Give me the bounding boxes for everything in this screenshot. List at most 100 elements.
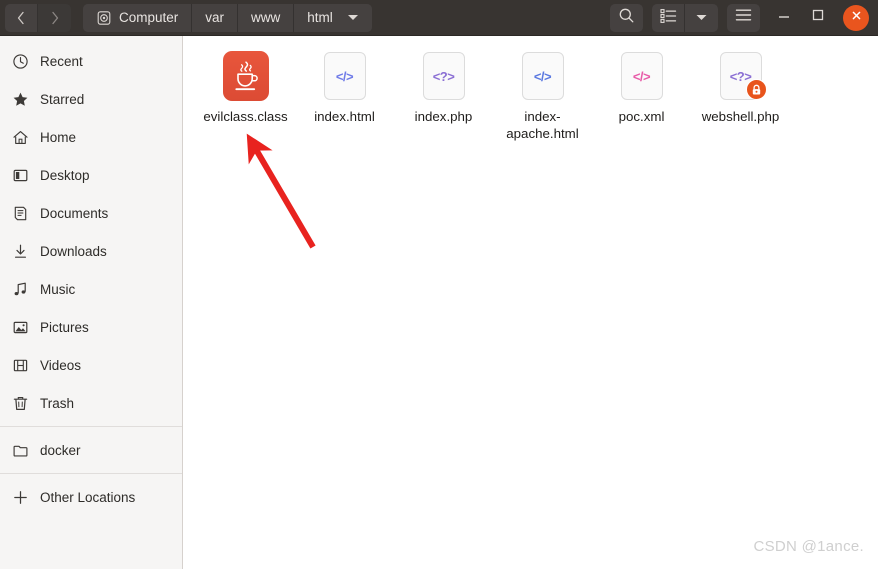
clock-icon <box>11 52 29 70</box>
header-bar: Computer var www html <box>0 0 878 36</box>
file-icon-wrapper: </> <box>616 50 668 102</box>
sidebar-item-recent[interactable]: Recent <box>0 42 182 80</box>
breadcrumb-item-html[interactable]: html <box>294 3 372 32</box>
documents-icon <box>11 204 29 222</box>
view-list-button[interactable] <box>652 3 685 32</box>
breadcrumb-label-var: var <box>205 10 225 25</box>
chevron-right-icon <box>48 10 62 26</box>
breadcrumb-label-www: www <box>251 10 281 25</box>
sidebar-label-other-locations: Other Locations <box>40 489 136 505</box>
lock-badge-icon <box>745 79 767 100</box>
breadcrumb: Computer var www html <box>83 3 372 32</box>
chevron-down-icon <box>695 9 708 27</box>
back-button[interactable] <box>5 3 38 32</box>
film-icon <box>11 356 29 374</box>
sidebar-label-music: Music <box>40 281 76 297</box>
folder-icon <box>11 441 29 459</box>
sidebar-label-pictures: Pictures <box>40 319 89 335</box>
file-item-index-php[interactable]: <?> index.php <box>394 46 493 142</box>
sidebar-separator-1 <box>0 426 182 427</box>
sidebar-item-other-locations[interactable]: Other Locations <box>0 478 182 516</box>
html-file-icon: </> <box>323 52 366 100</box>
file-icon-wrapper: </> <box>319 50 371 102</box>
breadcrumb-item-www[interactable]: www <box>238 3 295 32</box>
desktop-icon <box>11 166 29 184</box>
list-view-icon <box>659 8 677 28</box>
file-icon-wrapper: <?> <box>715 50 767 102</box>
xml-file-icon: </> <box>620 52 663 100</box>
sidebar-label-starred: Starred <box>40 91 85 107</box>
trash-icon <box>11 394 29 412</box>
file-item-index-html[interactable]: </> index.html <box>295 46 394 142</box>
file-icon-wrapper: <?> <box>418 50 470 102</box>
chevron-down-icon[interactable] <box>347 13 359 22</box>
sidebar-item-pictures[interactable]: Pictures <box>0 308 182 346</box>
sidebar-item-home[interactable]: Home <box>0 118 182 156</box>
file-grid: evilclass.class </> index.html <?> index… <box>184 36 878 142</box>
minimize-icon <box>777 8 791 27</box>
breadcrumb-item-computer[interactable]: Computer <box>83 3 193 32</box>
sidebar-label-desktop: Desktop <box>40 167 90 183</box>
download-icon <box>11 242 29 260</box>
sidebar-item-desktop[interactable]: Desktop <box>0 156 182 194</box>
file-label: index.html <box>314 109 375 124</box>
sidebar-item-starred[interactable]: Starred <box>0 80 182 118</box>
file-manager-window: Computer var www html Recent Starred Hom… <box>0 0 878 569</box>
sidebar-label-trash: Trash <box>40 395 75 411</box>
sidebar-label-home: Home <box>40 129 77 145</box>
sidebar-item-docker[interactable]: docker <box>0 431 182 469</box>
file-item-index-apache-html[interactable]: </> index-apache.html <box>493 46 592 142</box>
sidebar-item-documents[interactable]: Documents <box>0 194 182 232</box>
chevron-left-icon <box>14 10 28 26</box>
hamburger-menu-button[interactable] <box>727 3 760 32</box>
sidebar-label-docker: docker <box>40 442 81 458</box>
hard-disk-icon <box>96 10 112 26</box>
file-item-webshell-php[interactable]: <?> webshell.php <box>691 46 790 142</box>
sidebar-item-videos[interactable]: Videos <box>0 346 182 384</box>
sidebar-separator-2 <box>0 473 182 474</box>
sidebar-label-documents: Documents <box>40 205 109 221</box>
sidebar-label-videos: Videos <box>40 357 82 373</box>
picture-icon <box>11 318 29 336</box>
file-item-evilclass-class[interactable]: evilclass.class <box>196 46 295 142</box>
file-label: webshell.php <box>701 109 780 124</box>
view-options-group <box>652 3 718 32</box>
music-note-icon <box>11 280 29 298</box>
php-file-icon: <?> <box>422 52 465 100</box>
file-label: index-apache.html <box>506 109 579 141</box>
file-icon-wrapper: </> <box>517 50 569 102</box>
html-file-icon: </> <box>521 52 564 100</box>
search-icon <box>618 7 635 29</box>
plus-icon <box>11 488 29 506</box>
view-dropdown-button[interactable] <box>685 3 718 32</box>
search-button[interactable] <box>610 3 643 32</box>
breadcrumb-label-computer: Computer <box>119 10 179 25</box>
home-icon <box>11 128 29 146</box>
java-class-icon <box>222 51 269 101</box>
hamburger-menu-icon <box>735 8 752 27</box>
maximize-icon <box>811 8 825 27</box>
menu-button-group <box>727 3 760 32</box>
forward-button[interactable] <box>38 3 71 32</box>
minimize-button[interactable] <box>769 4 799 32</box>
file-icon-wrapper <box>220 50 272 102</box>
file-label: index.php <box>414 109 473 124</box>
navigation-button-group <box>5 3 71 32</box>
file-label: poc.xml <box>618 109 665 124</box>
close-icon <box>850 9 863 27</box>
watermark: CSDN @1ance. <box>753 538 864 555</box>
star-icon <box>11 90 29 108</box>
file-list-area[interactable]: evilclass.class </> index.html <?> index… <box>184 36 878 569</box>
breadcrumb-item-var[interactable]: var <box>192 3 239 32</box>
sidebar-item-music[interactable]: Music <box>0 270 182 308</box>
search-button-group <box>610 3 643 32</box>
sidebar-label-recent: Recent <box>40 53 83 69</box>
breadcrumb-label-html: html <box>307 10 333 25</box>
maximize-button[interactable] <box>803 4 833 32</box>
sidebar-item-trash[interactable]: Trash <box>0 384 182 422</box>
sidebar: Recent Starred Home Desktop Documents Do… <box>0 36 183 569</box>
sidebar-item-downloads[interactable]: Downloads <box>0 232 182 270</box>
file-label: evilclass.class <box>203 109 288 124</box>
close-button[interactable] <box>843 4 869 31</box>
file-item-poc-xml[interactable]: </> poc.xml <box>592 46 691 142</box>
